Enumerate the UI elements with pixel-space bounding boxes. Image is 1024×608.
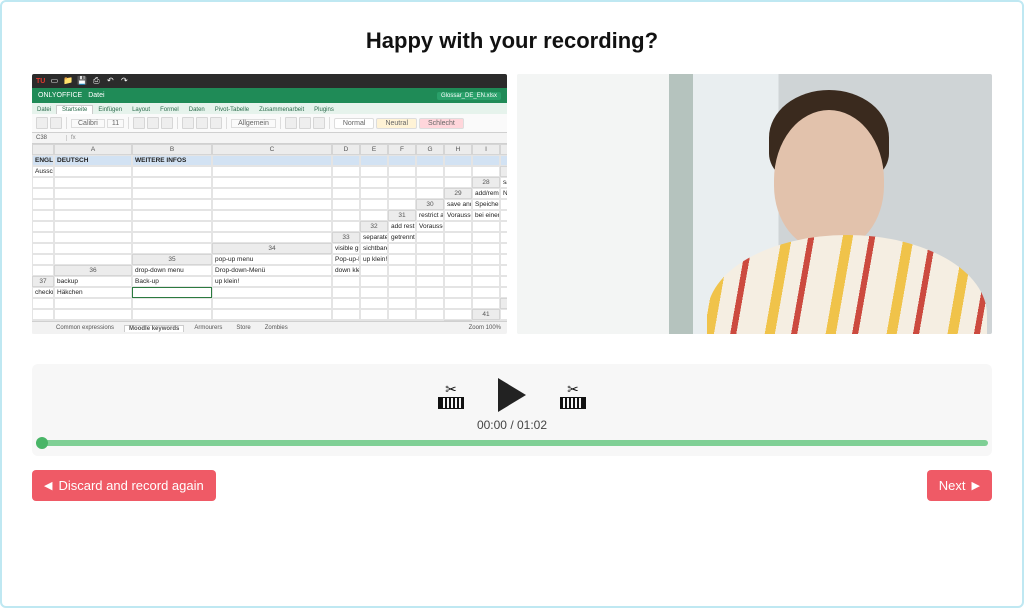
ribbon-tab: Layout [127, 106, 155, 114]
namebox-row: C38 fx [32, 133, 507, 144]
style-neutral: Neutral [376, 118, 417, 129]
ribbon-tabs: Datei Startseite Einfügen Layout Formel … [32, 103, 507, 114]
fx-label: fx [67, 135, 80, 141]
timecode: 00:00 / 01:02 [32, 418, 992, 432]
sheet-tab: Store [232, 325, 254, 331]
cut-icon [50, 117, 62, 129]
redo-icon: ↷ [119, 76, 129, 86]
sheet-tab-bar: Common expressions Moodle keywords Armou… [32, 321, 507, 334]
preview-panes: TU ▭ 📁 💾 ⎙ ↶ ↷ ONLYOFFICE Datei Glossar_… [32, 74, 992, 334]
ribbon-tab-active: Startseite [56, 105, 93, 114]
filmstrip-icon [438, 397, 464, 409]
ribbon-tab: Einfügen [93, 106, 127, 114]
filename-badge: Glossar_DE_EN.xlsx [437, 92, 501, 100]
sort-icon [313, 117, 325, 129]
save-icon: 💾 [77, 76, 87, 86]
file-icon: ▭ [49, 76, 59, 86]
paste-icon [36, 117, 48, 129]
bold-icon [133, 117, 145, 129]
sheet-tab: Zombies [261, 325, 292, 331]
time-current: 00:00 [477, 418, 507, 432]
trim-end-button[interactable]: ✂ [560, 382, 586, 409]
app-name: ONLYOFFICE [38, 92, 82, 99]
ribbon-toolbar: Calibri 11 Allgemein Normal Neutral [32, 114, 507, 133]
chevron-right-icon: ▶ [972, 479, 980, 492]
sheet-tab: Common expressions [52, 325, 118, 331]
play-button[interactable] [498, 378, 526, 412]
spreadsheet-grid: ABCDEFGHIJK1ENGLISCHDEUTSCHWEITERE INFOS… [32, 144, 507, 334]
format-label: Allgemein [231, 119, 276, 128]
delete-icon [299, 117, 311, 129]
screen-preview[interactable]: TU ▭ 📁 💾 ⎙ ↶ ↷ ONLYOFFICE Datei Glossar_… [32, 74, 507, 334]
playback-controls: ✂ ✂ [32, 378, 992, 412]
folder-icon: 📁 [63, 76, 73, 86]
ribbon-tab: Pivot-Tabelle [210, 106, 254, 114]
print-icon: ⎙ [91, 76, 101, 86]
scissors-icon: ✂ [567, 382, 579, 396]
ribbon-tab: Zusammenarbeit [254, 106, 309, 114]
next-label: Next [939, 478, 966, 493]
cell-namebox: C38 [32, 135, 67, 141]
playback-bar: ✂ ✂ 00:00 / 01:02 [32, 364, 992, 456]
insert-icon [285, 117, 297, 129]
style-bad: Schlecht [419, 118, 464, 129]
font-size: 11 [107, 119, 124, 128]
app-menubar: ONLYOFFICE Datei Glossar_DE_EN.xlsx [32, 88, 507, 103]
style-normal: Normal [334, 118, 375, 129]
menu-item: Datei [88, 92, 104, 99]
progress-track[interactable] [36, 440, 988, 446]
webcam-preview[interactable] [517, 74, 992, 334]
webcam-person-face [774, 110, 884, 250]
time-total: 01:02 [517, 418, 547, 432]
ribbon-tab: Plugins [309, 106, 339, 114]
ribbon-tab: Datei [32, 106, 56, 114]
zoom-label: Zoom 100% [469, 325, 501, 331]
discard-button[interactable]: ◀ Discard and record again [32, 470, 216, 501]
align-left-icon [182, 117, 194, 129]
app-logo: TU [36, 78, 45, 85]
footer-actions: ◀ Discard and record again Next ▶ [32, 470, 992, 501]
ribbon-tab: Daten [184, 106, 210, 114]
next-button[interactable]: Next ▶ [927, 470, 992, 501]
font-name: Calibri [71, 119, 105, 128]
progress-knob[interactable] [36, 437, 48, 449]
underline-icon [161, 117, 173, 129]
chevron-left-icon: ◀ [44, 479, 52, 492]
undo-icon: ↶ [105, 76, 115, 86]
discard-label: Discard and record again [58, 478, 203, 493]
italic-icon [147, 117, 159, 129]
app-titlebar: TU ▭ 📁 💾 ⎙ ↶ ↷ [32, 74, 507, 88]
recording-review-dialog: Happy with your recording? TU ▭ 📁 💾 ⎙ ↶ … [0, 0, 1024, 608]
align-center-icon [196, 117, 208, 129]
trim-start-button[interactable]: ✂ [438, 382, 464, 409]
filmstrip-icon [560, 397, 586, 409]
align-right-icon [210, 117, 222, 129]
scissors-icon: ✂ [445, 382, 457, 396]
sheet-tab-active: Moodle keywords [124, 325, 184, 332]
ribbon-tab: Formel [155, 106, 184, 114]
sheet-tab: Armourers [190, 325, 226, 331]
page-title: Happy with your recording? [32, 28, 992, 54]
